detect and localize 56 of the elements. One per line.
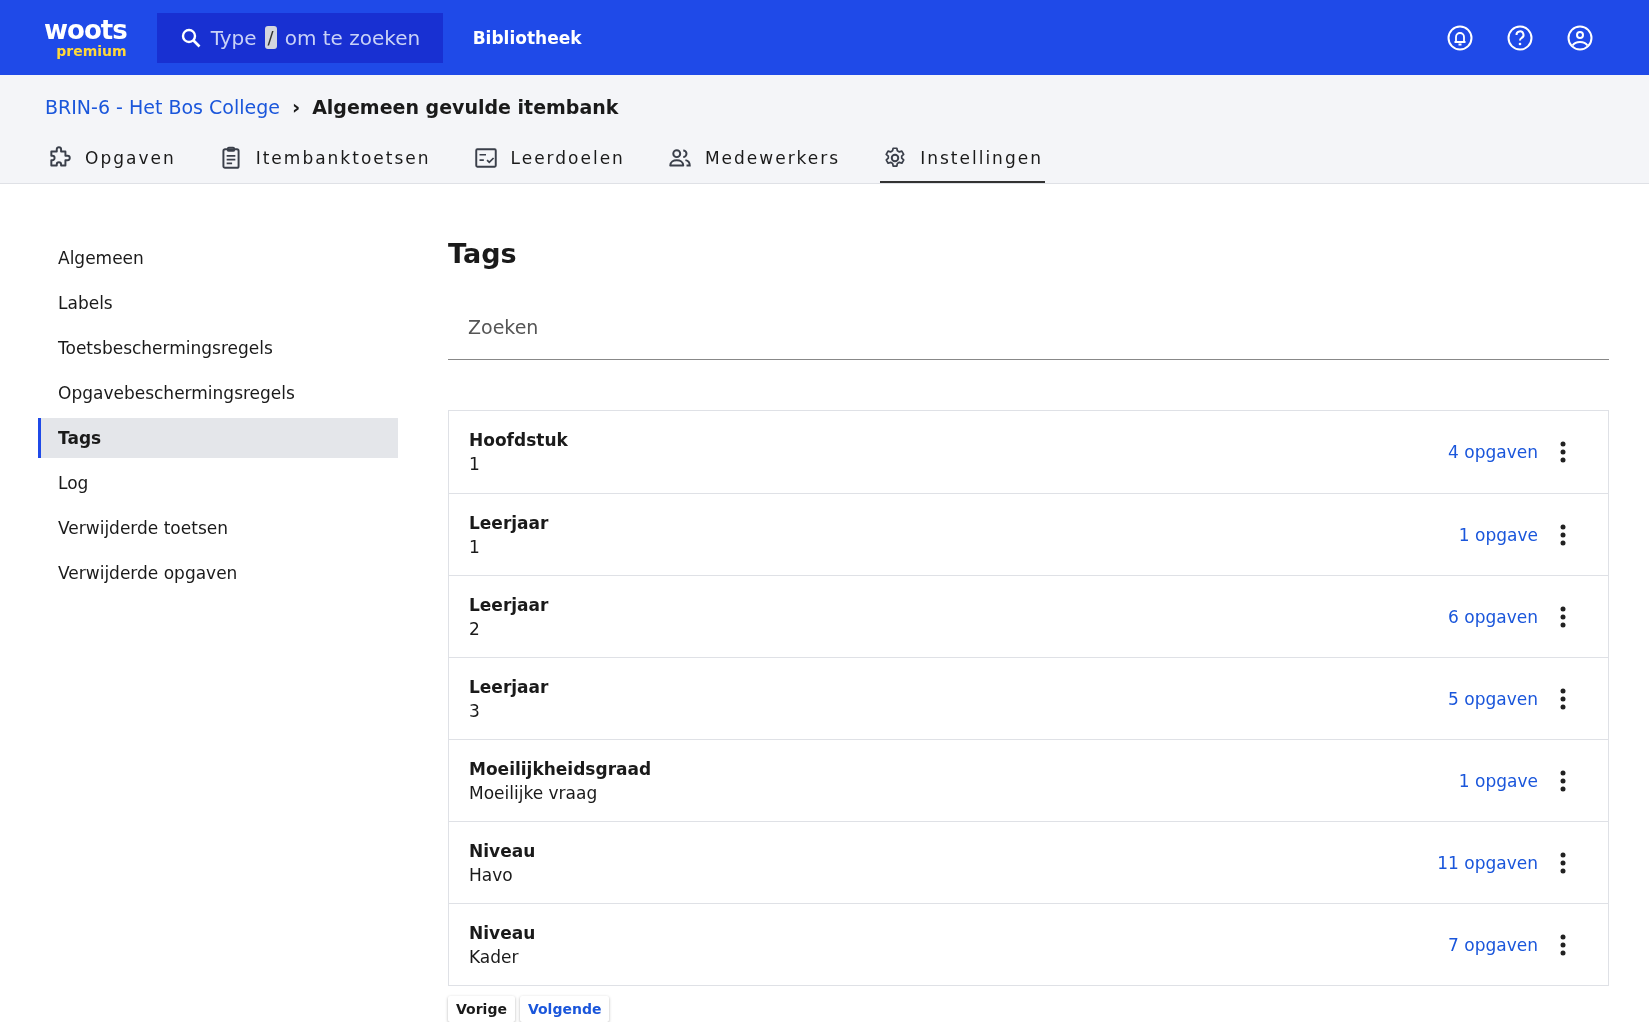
breadcrumb-separator: › bbox=[291, 95, 301, 119]
item-count-link[interactable]: 7 opgaven bbox=[1448, 934, 1538, 955]
tag-name: Leerjaar bbox=[469, 594, 550, 615]
sidebar-item[interactable]: Algemeen bbox=[38, 238, 398, 278]
more-options-icon[interactable] bbox=[1560, 851, 1566, 874]
nav-tab[interactable]: Itembanktoetsen bbox=[215, 137, 433, 183]
previous-page-button[interactable]: Vorige bbox=[448, 996, 515, 1022]
help-icon[interactable] bbox=[1507, 24, 1533, 51]
tag-name: Leerjaar bbox=[469, 512, 550, 533]
tag-value: 1 bbox=[469, 536, 481, 557]
tag-value: Kader bbox=[469, 946, 520, 967]
tag-name: Leerjaar bbox=[469, 676, 550, 697]
sidebar-item[interactable]: Toetsbeschermingsregels bbox=[38, 328, 398, 368]
tag-name: Hoofdstuk bbox=[469, 430, 569, 450]
brand-subtitle: premium bbox=[56, 42, 127, 59]
more-options-icon[interactable] bbox=[1560, 933, 1566, 956]
search-field[interactable]: Type / om te zoeken bbox=[156, 12, 443, 63]
item-count-link[interactable]: 1 opgave bbox=[1458, 770, 1538, 791]
page-title: Tags bbox=[448, 238, 518, 269]
more-options-icon[interactable] bbox=[1560, 441, 1566, 463]
tag-value: 2 bbox=[469, 618, 481, 639]
tag-value: Moeilijke vraag bbox=[469, 782, 599, 803]
item-count-link[interactable]: 5 opgaven bbox=[1448, 688, 1538, 709]
tag-value: 1 bbox=[469, 454, 481, 474]
more-options-icon[interactable] bbox=[1560, 605, 1566, 628]
brand-name: woots bbox=[44, 16, 127, 43]
more-options-icon[interactable] bbox=[1560, 769, 1566, 792]
more-options-icon[interactable] bbox=[1560, 687, 1566, 710]
item-count-link[interactable]: 11 opgaven bbox=[1437, 852, 1538, 873]
item-count-link[interactable]: 1 opgave bbox=[1458, 524, 1538, 545]
tag-name: Moeilijkheidsgraad bbox=[469, 758, 653, 779]
user-account-icon[interactable] bbox=[1567, 24, 1593, 51]
sidebar-item[interactable]: Labels bbox=[38, 283, 398, 323]
breadcrumb-link[interactable]: BRIN-6 - Het Bos College bbox=[45, 96, 280, 118]
sidebar-item[interactable]: Opgavebeschermingsregels bbox=[38, 373, 398, 413]
nav-tab[interactable]: Medewerkers bbox=[664, 137, 843, 183]
more-options-icon[interactable] bbox=[1560, 523, 1566, 546]
tag-value: 3 bbox=[469, 700, 481, 721]
library-link[interactable]: Bibliotheek bbox=[472, 27, 582, 48]
tag-name: Niveau bbox=[469, 840, 537, 861]
sidebar-item[interactable]: Log bbox=[38, 463, 398, 503]
sidebar-item[interactable]: Verwijderde opgaven bbox=[38, 553, 398, 593]
tag-name: Niveau bbox=[469, 922, 537, 943]
item-count-link[interactable]: 4 opgaven bbox=[1448, 442, 1538, 462]
tag-value: Havo bbox=[469, 864, 514, 885]
nav-tab[interactable]: Leerdoelen bbox=[470, 137, 627, 183]
notification-bell-icon[interactable] bbox=[1447, 24, 1473, 51]
sidebar-item[interactable]: Tags bbox=[38, 418, 398, 458]
sidebar-item[interactable]: Verwijderde toetsen bbox=[38, 508, 398, 548]
next-page-button[interactable]: Volgende bbox=[519, 996, 610, 1022]
nav-tab[interactable]: Instellingen bbox=[880, 137, 1045, 183]
checklist-icon bbox=[472, 145, 499, 171]
nav-tab[interactable]: Opgaven bbox=[45, 137, 178, 183]
item-count-link[interactable]: 6 opgaven bbox=[1448, 606, 1538, 627]
search-field[interactable]: Zoeken bbox=[448, 295, 1609, 360]
breadcrumb-current: Algemeen gevulde itembank bbox=[312, 96, 619, 118]
